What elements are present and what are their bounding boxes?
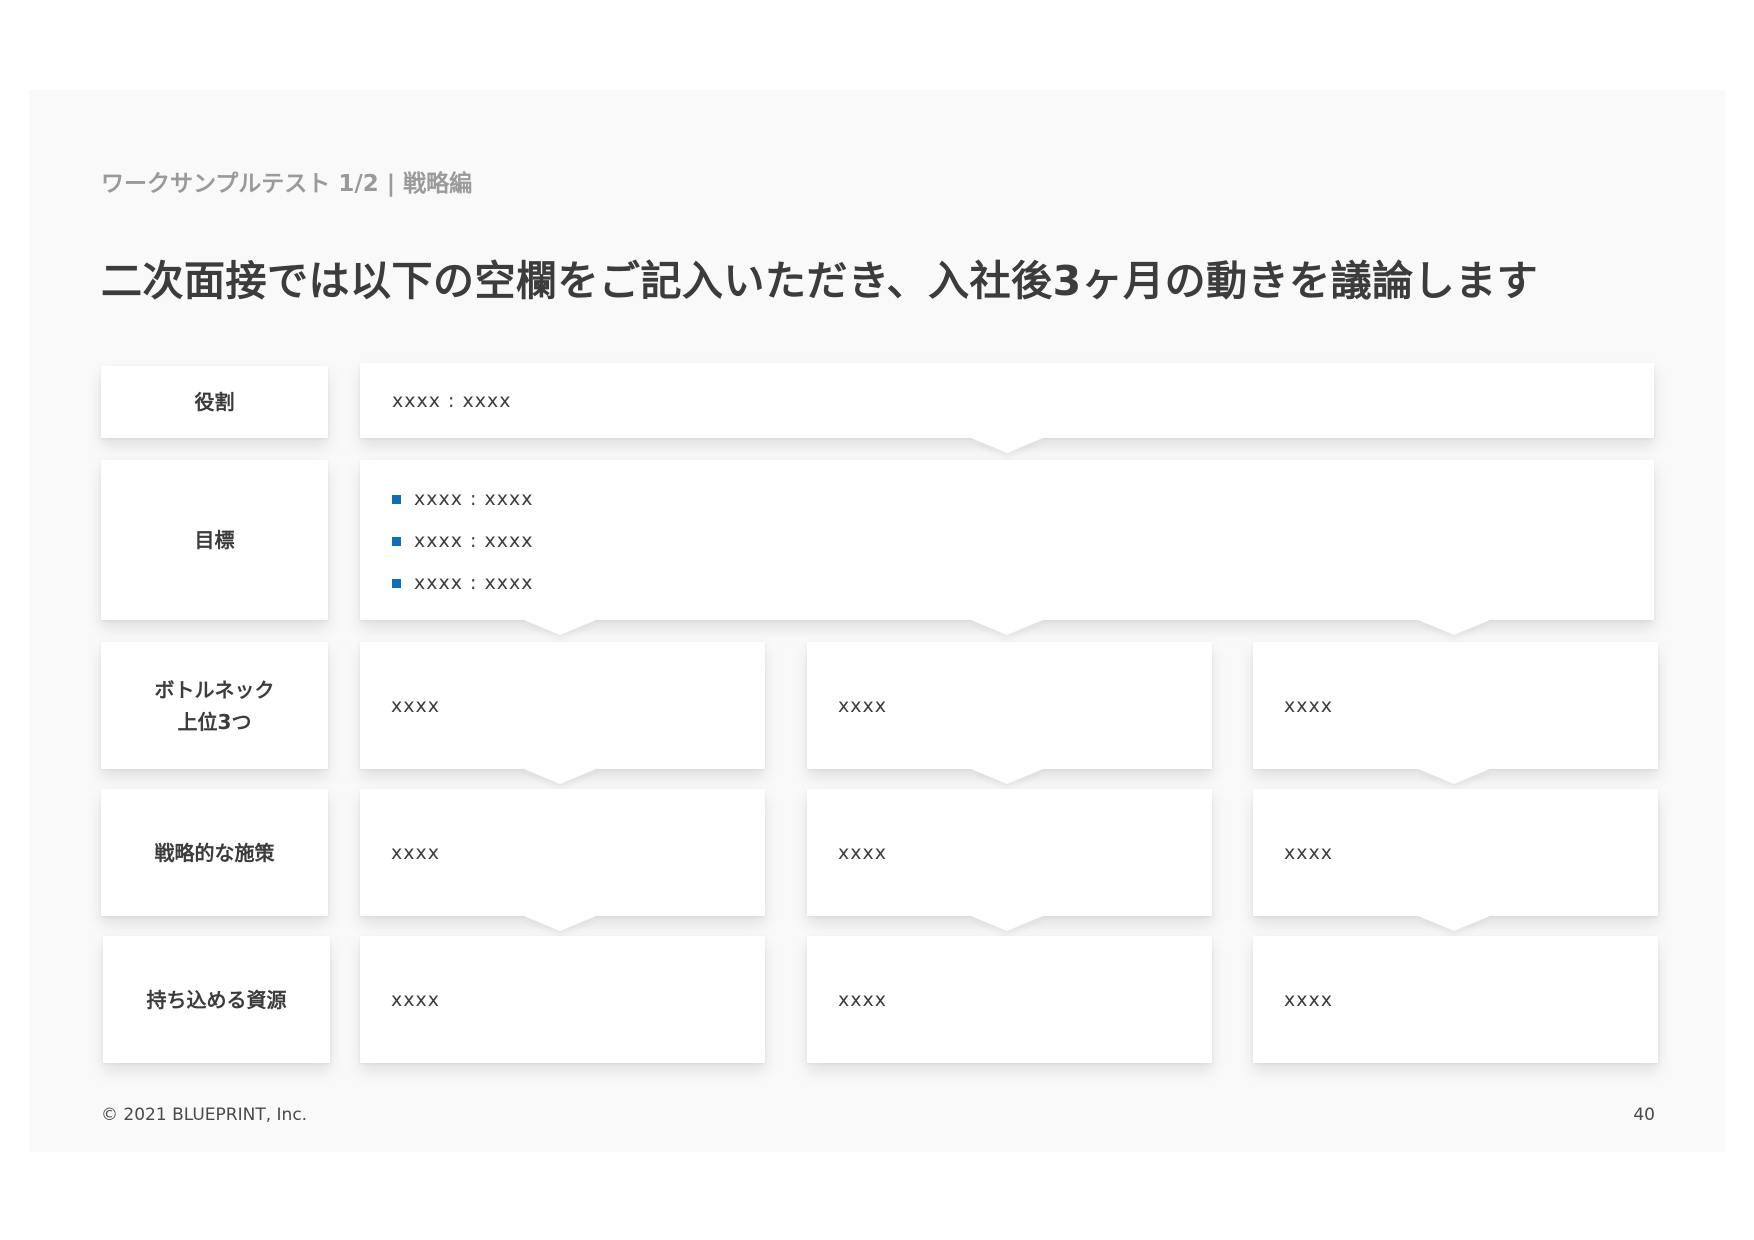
flow-arrow (971, 438, 1043, 453)
resource-field-1[interactable]: xxxx (360, 936, 765, 1063)
slide-title: 二次面接では以下の空欄をご記入いただき、入社後3ヶ月の動きを議論します (101, 257, 1539, 305)
row-label-role-text: 役割 (194, 390, 235, 414)
row-label-goals: 目標 (101, 460, 328, 620)
flow-arrow (524, 916, 596, 931)
resource-field-text: xxxx (838, 988, 887, 1011)
list-item: xxxx : xxxx (392, 520, 1654, 562)
bullet-square-icon (392, 578, 401, 588)
row-label-role: 役割 (101, 366, 328, 438)
strategy-field-text: xxxx (391, 841, 440, 864)
goals-field[interactable]: xxxx : xxxx xxxx : xxxx xxxx : xxxx (360, 460, 1654, 620)
goal-item-text: xxxx : xxxx (414, 488, 534, 510)
flow-arrow (971, 620, 1043, 635)
slide-subtitle: ワークサンプルテスト 1/2 | 戦略編 (101, 171, 473, 197)
bottleneck-field-3[interactable]: xxxx (1253, 642, 1658, 769)
resource-field-3[interactable]: xxxx (1253, 936, 1658, 1063)
page-number: 40 (1633, 1105, 1655, 1125)
strategy-field-text: xxxx (838, 841, 887, 864)
flow-arrow (1418, 620, 1490, 635)
flow-arrow (524, 620, 596, 635)
role-field[interactable]: xxxx : xxxx (360, 363, 1654, 438)
strategy-field-text: xxxx (1284, 841, 1333, 864)
role-field-text: xxxx : xxxx (392, 389, 512, 412)
strategy-field-3[interactable]: xxxx (1253, 789, 1658, 916)
goal-item-text: xxxx : xxxx (414, 530, 534, 552)
bottleneck-field-text: xxxx (838, 694, 887, 717)
strategy-field-1[interactable]: xxxx (360, 789, 765, 916)
row-label-resources-text: 持ち込める資源 (146, 987, 287, 1012)
row-label-resources: 持ち込める資源 (103, 936, 330, 1063)
flow-arrow (524, 769, 596, 784)
list-item: xxxx : xxxx (392, 562, 1654, 604)
resource-field-text: xxxx (391, 988, 440, 1011)
row-label-bottlenecks-line2: 上位3つ (177, 709, 252, 734)
row-label-strategies-text: 戦略的な施策 (154, 840, 275, 865)
list-item: xxxx : xxxx (392, 478, 1654, 520)
flow-arrow (971, 769, 1043, 784)
strategy-field-2[interactable]: xxxx (807, 789, 1212, 916)
resource-field-text: xxxx (1284, 988, 1333, 1011)
goal-item-text: xxxx : xxxx (414, 572, 534, 594)
resource-field-2[interactable]: xxxx (807, 936, 1212, 1063)
row-label-strategies: 戦略的な施策 (101, 789, 328, 916)
row-label-goals-text: 目標 (194, 528, 235, 552)
bottleneck-field-text: xxxx (1284, 694, 1333, 717)
flow-arrow (1418, 769, 1490, 784)
bottleneck-field-2[interactable]: xxxx (807, 642, 1212, 769)
bullet-square-icon (392, 536, 401, 546)
bottleneck-field-text: xxxx (391, 694, 440, 717)
flow-arrow (971, 916, 1043, 931)
row-label-bottlenecks: ボトルネック 上位3つ (101, 642, 328, 769)
bullet-square-icon (392, 494, 401, 504)
bottleneck-field-1[interactable]: xxxx (360, 642, 765, 769)
row-label-bottlenecks-line1: ボトルネック (154, 677, 275, 702)
copyright-text: © 2021 BLUEPRINT, Inc. (101, 1105, 308, 1125)
flow-arrow (1418, 916, 1490, 931)
